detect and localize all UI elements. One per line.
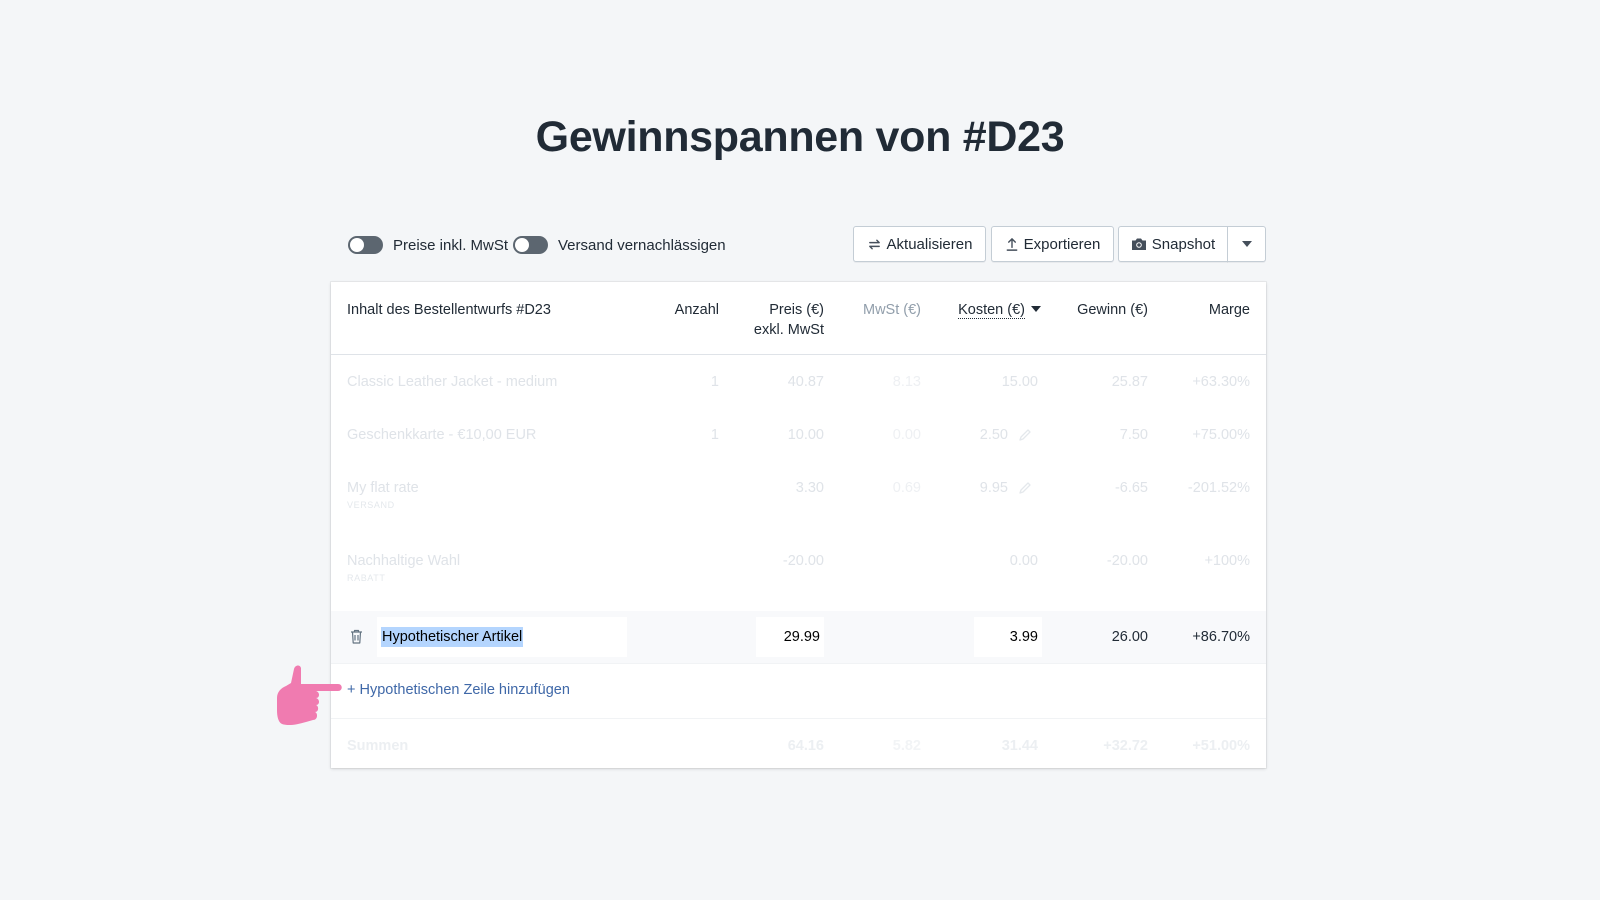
pencil-icon[interactable]	[1018, 481, 1032, 495]
pencil-icon[interactable]	[1018, 428, 1032, 442]
header-profit: Gewinn (€)	[1077, 302, 1148, 318]
row-name: Nachhaltige Wahl	[347, 553, 461, 569]
row-profit: -20.00	[1106, 553, 1148, 569]
upload-icon	[1005, 237, 1019, 252]
row-margin: +75.00%	[1192, 427, 1250, 443]
refresh-button[interactable]: Aktualisieren	[853, 226, 986, 262]
totals-cost: 31.44	[1001, 738, 1038, 754]
row-name: My flat rate	[347, 480, 419, 496]
totals-vat: 5.82	[892, 738, 921, 754]
header-price-line1: Preis (€)	[769, 302, 824, 318]
row-name: Geschenkkarte - €10,00 EUR	[347, 427, 537, 443]
row-profit: 25.87	[1111, 374, 1148, 390]
row-vat: 0.00	[892, 427, 921, 443]
pointing-hand-icon	[276, 664, 346, 728]
row-cost: 2.50	[979, 427, 1008, 443]
row-name: Classic Leather Jacket - medium	[347, 374, 558, 390]
snapshot-label: Snapshot	[1151, 235, 1216, 253]
row-cost: 0.00	[1009, 553, 1038, 569]
hypothetical-profit: 26.00	[1111, 629, 1148, 645]
margins-table: Inhalt des Bestellentwurfs #D23 Anzahl P…	[331, 282, 1266, 768]
row-type-label: VERSAND	[347, 500, 395, 510]
toggle-shipping[interactable]: Versand vernachlässigen	[513, 236, 726, 254]
snapshot-button[interactable]: Snapshot	[1118, 226, 1228, 262]
row-cost: 15.00	[1001, 374, 1038, 390]
row-cost: 9.95	[979, 480, 1008, 496]
export-label: Exportieren	[1023, 235, 1101, 253]
toggle-vat-label: Preise inkl. MwSt	[393, 236, 509, 254]
header-vat: MwSt (€)	[863, 302, 921, 318]
header-qty: Anzahl	[674, 302, 719, 318]
row-margin: +100%	[1204, 553, 1250, 569]
table-header: Inhalt des Bestellentwurfs #D23 Anzahl P…	[331, 282, 1266, 355]
hypothetical-row: Hypothetischer Artikel 29.99 3.99 26.00 …	[331, 611, 1266, 663]
hypothetical-price-input[interactable]: 29.99	[756, 617, 824, 657]
refresh-label: Aktualisieren	[886, 235, 973, 253]
row-type-label: RABATT	[347, 573, 386, 583]
page-title: Gewinnspannen von #D23	[535, 113, 1065, 161]
header-price: Preis (€) exkl. MwSt	[721, 300, 824, 340]
row-margin: +63.30%	[1192, 374, 1250, 390]
row-qty: 1	[710, 427, 719, 443]
refresh-icon	[867, 237, 882, 252]
row-profit: -6.65	[1114, 480, 1148, 496]
totals-margin: +51.00%	[1192, 738, 1250, 754]
trash-icon[interactable]	[350, 629, 363, 648]
totals-profit: +32.72	[1103, 738, 1148, 754]
toggle-shipping-label: Versand vernachlässigen	[558, 236, 726, 254]
chevron-down-icon	[1241, 241, 1252, 247]
header-cost-label[interactable]: Kosten (€)	[958, 302, 1025, 319]
row-price: -20.00	[782, 553, 824, 569]
hypothetical-name-input[interactable]: Hypothetischer Artikel	[377, 617, 627, 657]
row-price: 3.30	[795, 480, 824, 496]
row-vat: 0.69	[892, 480, 921, 496]
toggle-shipping-switch[interactable]	[513, 236, 548, 254]
row-qty: 1	[710, 374, 719, 390]
add-hypothetical-row-link[interactable]: + Hypothetischen Zeile hinzufügen	[347, 680, 570, 700]
hypothetical-price-value: 29.99	[783, 629, 820, 645]
snapshot-options-button[interactable]	[1227, 226, 1266, 262]
row-price: 10.00	[787, 427, 824, 443]
header-content: Inhalt des Bestellentwurfs #D23	[347, 302, 551, 318]
toggle-vat-switch[interactable]	[348, 236, 383, 254]
hypothetical-name-value: Hypothetischer Artikel	[381, 627, 524, 647]
camera-icon	[1131, 237, 1147, 251]
totals-row: Summen 64.16 5.82 31.44 +32.72 +51.00%	[331, 718, 1266, 769]
hypothetical-margin: +86.70%	[1192, 629, 1250, 645]
toolbar: Preise inkl. MwSt Versand vernachlässige…	[348, 226, 1266, 264]
totals-label: Summen	[347, 738, 409, 754]
header-price-line2: exkl. MwSt	[753, 322, 824, 338]
totals-price: 64.16	[787, 738, 824, 754]
row-profit: 7.50	[1119, 427, 1148, 443]
toggle-vat[interactable]: Preise inkl. MwSt	[348, 236, 508, 254]
row-margin: -201.52%	[1187, 480, 1250, 496]
add-row: + Hypothetischen Zeile hinzufügen	[331, 663, 1266, 719]
header-cost[interactable]: Kosten (€)	[911, 300, 1041, 320]
export-button[interactable]: Exportieren	[991, 226, 1114, 262]
row-price: 40.87	[787, 374, 824, 390]
row-vat: 8.13	[892, 374, 921, 390]
header-margin: Marge	[1208, 302, 1250, 318]
